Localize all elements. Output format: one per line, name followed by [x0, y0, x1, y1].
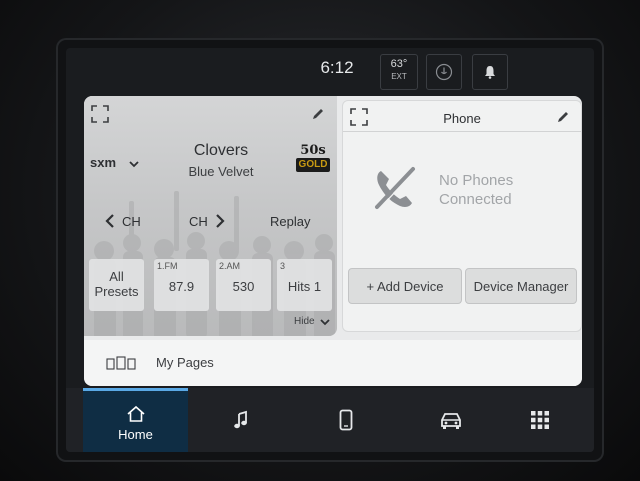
source-dropdown-chevron-icon[interactable] [128, 156, 140, 174]
temperature-value: 63° [390, 58, 408, 70]
nav-home-button[interactable]: Home [83, 388, 188, 452]
chevron-right-icon [216, 214, 225, 228]
artist-name: Clovers [193, 142, 249, 159]
add-device-button[interactable]: + Add Device [348, 268, 462, 304]
my-pages-icon [106, 356, 136, 375]
phone-status-line-1: No Phones [439, 172, 514, 189]
edit-media-icon[interactable] [310, 106, 326, 127]
channel-logo: 50s GOLD [296, 144, 330, 178]
nav-apps-button[interactable] [487, 388, 592, 452]
main-content: sxm Clovers Blue Velvet 50s GOLD CH CH R… [84, 96, 582, 386]
channel-next-label: CH [189, 213, 208, 229]
chevron-left-icon [105, 214, 114, 228]
clock: 6:12 [320, 58, 354, 77]
media-widget[interactable]: sxm Clovers Blue Velvet 50s GOLD CH CH R… [84, 96, 337, 336]
status-bar: 6:12 63° EXT [66, 48, 594, 90]
preset-number: 2.AM [219, 261, 241, 271]
all-presets-label-1: All [109, 269, 124, 284]
all-presets-label-2: Presets [94, 284, 139, 299]
bottom-nav-bar: Home [66, 388, 594, 452]
nav-media-button[interactable] [188, 388, 293, 452]
nav-phone-button[interactable] [293, 388, 398, 452]
car-icon [440, 413, 461, 429]
home-icon [126, 405, 145, 422]
channel-next-button[interactable]: CH [189, 213, 226, 229]
phone-header-divider [343, 131, 581, 132]
channel-logo-top: 50s [300, 143, 326, 158]
phone-status-text: No Phones Connected [439, 171, 513, 209]
phone-widget[interactable]: Phone No Phones Connected + Add Device D… [342, 100, 582, 332]
edit-phone-icon[interactable] [555, 109, 571, 130]
preset-value: 87.9 [168, 279, 195, 294]
preset-number: 1.FM [157, 261, 178, 271]
all-presets-button[interactable]: All Presets [89, 259, 144, 311]
song-title: Blue Velvet [188, 164, 254, 179]
preset-value: Hits 1 [287, 279, 322, 294]
expand-media-icon[interactable] [90, 104, 110, 129]
chevron-down-icon [319, 318, 330, 325]
nav-home-label: Home [118, 426, 153, 442]
preset-number: 3 [280, 261, 286, 271]
preset-2-button[interactable]: 2.AM 530 [216, 259, 271, 311]
preset-value: 530 [232, 279, 255, 294]
channel-logo-bottom: GOLD [296, 158, 330, 172]
preset-1-button[interactable]: 1.FM 87.9 [154, 259, 209, 311]
temperature-label: EXT [391, 72, 407, 81]
my-pages-label: My Pages [156, 355, 214, 370]
device-manager-button[interactable]: Device Manager [465, 268, 577, 304]
apps-grid-icon [530, 411, 549, 429]
expand-phone-icon[interactable] [349, 107, 369, 132]
phone-status-line-2: Connected [439, 191, 512, 208]
phone-disconnected-icon [369, 163, 419, 218]
phone-title: Phone [443, 111, 481, 126]
voice-assistant-icon[interactable] [426, 54, 462, 90]
smartphone-icon [339, 409, 352, 431]
hide-label: Hide [294, 316, 315, 327]
infotainment-screen: 6:12 63° EXT sxm Clovers Blue Velvet 50s… [66, 48, 594, 452]
channel-prev-label: CH [122, 213, 141, 229]
replay-button[interactable]: Replay [270, 214, 310, 229]
source-label[interactable]: sxm [90, 155, 116, 170]
my-pages-bar[interactable]: My Pages [84, 340, 582, 386]
music-note-icon [233, 410, 247, 429]
hide-presets-button[interactable]: Hide [294, 316, 331, 327]
notification-bell-icon[interactable] [472, 54, 508, 90]
preset-3-button[interactable]: 3 Hits 1 [277, 259, 332, 311]
temperature-badge: 63° EXT [380, 54, 418, 90]
channel-prev-button[interactable]: CH [104, 213, 141, 229]
